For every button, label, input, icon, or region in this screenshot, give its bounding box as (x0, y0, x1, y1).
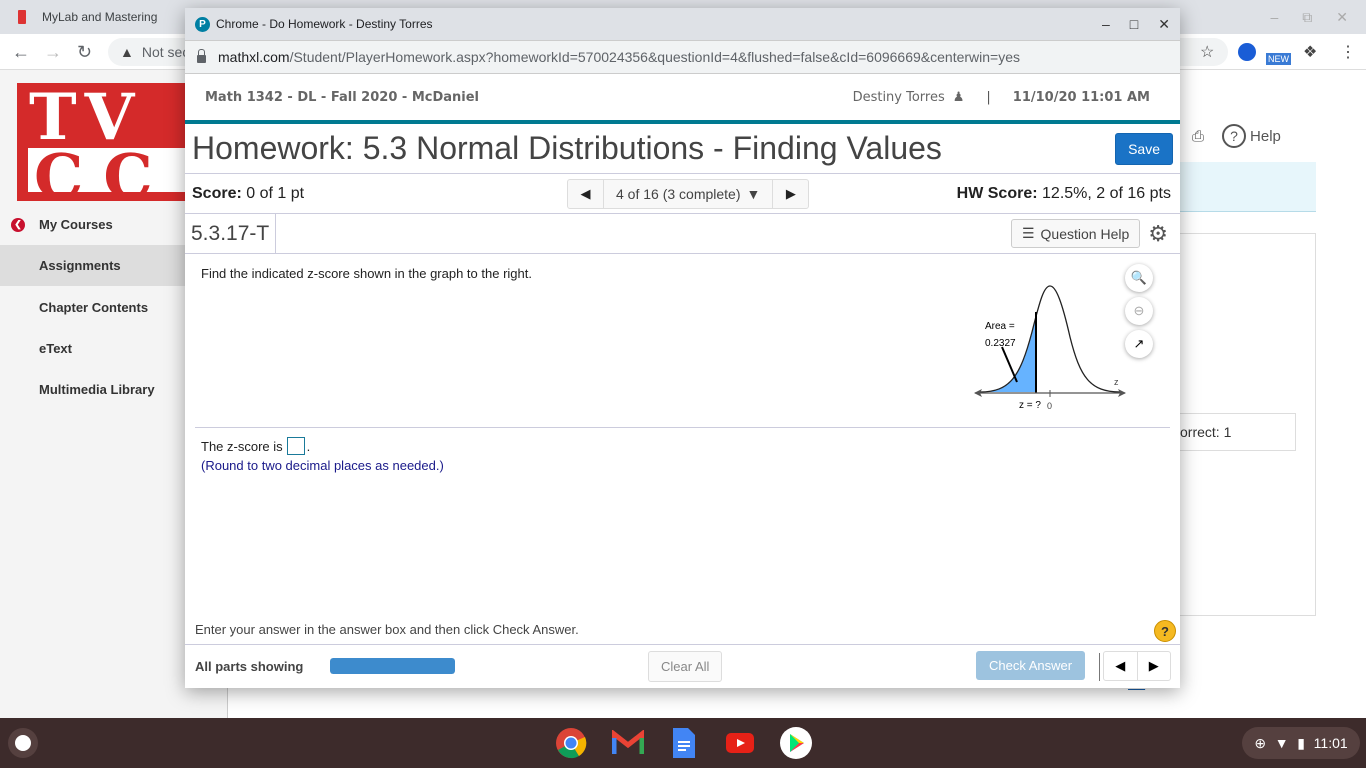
question-id: 5.3.17-T (185, 214, 277, 253)
save-button[interactable]: Save (1115, 132, 1173, 165)
popup-minimize-icon[interactable]: – (1102, 16, 1110, 32)
rounding-hint: (Round to two decimal places as needed.) (201, 458, 444, 473)
extensions-puzzle-icon[interactable]: ❖ (1303, 42, 1317, 62)
question-score: Score: 0 of 1 pt (192, 184, 305, 202)
popup-close-icon[interactable]: ✕ (1158, 16, 1170, 33)
close-icon[interactable]: ✕ (1336, 9, 1348, 26)
background-right-panel: ⎙ ? Help orrect: 1 (1180, 70, 1366, 718)
section-divider (195, 427, 1170, 428)
area-value: 0.2327 (985, 338, 1016, 349)
popout-icon[interactable]: ↗ (1125, 330, 1153, 358)
hw-score: HW Score: 12.5%, 2 of 16 pts (956, 184, 1171, 202)
clock: 11:01 (1313, 735, 1348, 751)
parts-progress-bar (330, 658, 455, 674)
question-text: Find the indicated z-score shown in the … (201, 266, 532, 281)
docs-app-icon[interactable] (668, 727, 700, 759)
zoom-in-icon[interactable]: 🔍 (1125, 264, 1153, 292)
play-store-app-icon[interactable] (780, 727, 812, 759)
check-answer-button[interactable]: Check Answer (976, 651, 1086, 680)
question-body: Find the indicated z-score shown in the … (185, 254, 1180, 624)
help-link[interactable]: ? Help (1222, 124, 1281, 148)
user-name: Destiny Torres (852, 89, 945, 105)
os-shelf: ⊕ ▼ ▮ 11:01 (0, 718, 1366, 768)
chrome-app-icon[interactable] (555, 727, 587, 759)
prev-question-button[interactable]: ◀ (568, 180, 603, 208)
caret-down-icon: ▼ (746, 186, 761, 202)
popup-titlebar: P Chrome - Do Homework - Destiny Torres … (185, 8, 1180, 40)
add-icon: ⊕ (1254, 734, 1267, 751)
question-select-dropdown[interactable]: 4 of 16 (3 complete) ▼ (603, 180, 774, 208)
menu-dots-icon[interactable]: ⋮ (1340, 42, 1356, 62)
youtube-app-icon[interactable] (724, 727, 756, 759)
homework-popup-window: P Chrome - Do Homework - Destiny Torres … (185, 8, 1180, 688)
reload-icon[interactable]: ↻ (77, 42, 92, 63)
bottom-action-bar: All parts showing Clear All Check Answer… (185, 644, 1180, 688)
area-label: Area = (985, 321, 1015, 332)
popup-maximize-icon[interactable]: □ (1130, 16, 1138, 32)
user-icon: ♟ (952, 89, 965, 105)
print-icon[interactable]: ⎙ (1192, 128, 1204, 145)
mylab-favicon (18, 10, 26, 24)
back-circle-icon: ❮ (11, 217, 25, 232)
restore-icon[interactable]: ⧉ (1302, 9, 1312, 26)
course-name: Math 1342 - DL - Fall 2020 - McDaniel (205, 89, 480, 105)
help-question-icon[interactable]: ? (1154, 620, 1176, 642)
question-help-button[interactable]: ☰ Question Help (1010, 219, 1141, 248)
list-icon: ☰ (1021, 225, 1035, 241)
system-tray[interactable]: ⊕ ▼ ▮ 11:01 (1242, 727, 1360, 759)
zoom-out-icon[interactable]: ⊖ (1125, 297, 1153, 325)
bottom-prev-button[interactable]: ◀ (1104, 652, 1137, 680)
z-unknown-label: z = ? (1019, 400, 1041, 411)
info-banner (1180, 162, 1316, 212)
popup-title: Chrome - Do Homework - Destiny Torres (216, 17, 433, 31)
correct-count: orrect: 1 (1180, 413, 1296, 451)
course-header: Math 1342 - DL - Fall 2020 - McDaniel De… (185, 74, 1180, 124)
back-arrow-icon[interactable]: ← (12, 42, 30, 63)
not-secure-label: Not sec (141, 44, 190, 60)
question-navigator: ◀ 4 of 16 (3 complete) ▼ ▶ (567, 179, 810, 209)
bottom-next-button[interactable]: ▶ (1136, 652, 1171, 680)
lock-icon (197, 49, 206, 63)
progress-fill (330, 658, 455, 674)
homework-title: Homework: 5.3 Normal Distributions - Fin… (192, 130, 942, 166)
pearson-favicon: P (195, 16, 210, 32)
help-circle-icon: ? (1222, 124, 1247, 148)
button-separator (1099, 653, 1100, 681)
area-pointer (1001, 346, 1018, 383)
gear-icon[interactable]: ⚙ (1148, 221, 1168, 247)
minimize-icon[interactable]: – (1270, 9, 1278, 25)
warning-icon: ▲ (120, 44, 134, 60)
background-tab[interactable]: MyLab and Mastering (8, 0, 186, 34)
popup-url-bar[interactable]: mathxl.com/Student/PlayerHomework.aspx?h… (185, 40, 1180, 74)
bottom-question-nav: ◀ ▶ (1103, 651, 1171, 681)
gmail-app-icon[interactable] (612, 727, 644, 759)
instruction-text: Enter your answer in the answer box and … (195, 622, 579, 637)
wifi-icon: ▼ (1274, 735, 1289, 751)
parts-label: All parts showing (195, 659, 304, 674)
clear-all-button[interactable]: Clear All (648, 651, 723, 682)
forward-arrow-icon[interactable]: → (44, 42, 62, 63)
extension-smiley-icon[interactable] (1238, 43, 1256, 61)
star-icon[interactable]: ☆ (1200, 42, 1214, 62)
battery-icon: ▮ (1297, 734, 1305, 751)
next-question-button[interactable]: ▶ (773, 180, 808, 208)
date-time: 11/10/20 11:01 AM (1012, 89, 1150, 105)
zero-label: 0 (1047, 401, 1052, 411)
tab-title: MyLab and Mastering (42, 10, 158, 24)
launcher-button[interactable] (8, 728, 38, 758)
normal-curve-graph: Area = 0.2327 z = ? 0 z (974, 285, 1126, 411)
z-score-answer-input[interactable] (286, 437, 305, 455)
answer-line: The z-score is . (201, 437, 311, 455)
z-axis-label: z (1114, 377, 1119, 387)
extension-new-badge[interactable]: NEW (1266, 53, 1291, 65)
